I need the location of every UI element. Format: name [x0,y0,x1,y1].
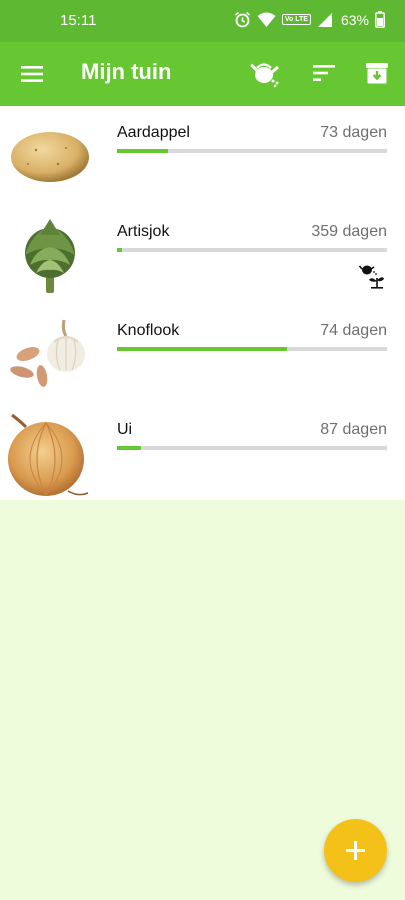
sort-button[interactable] [311,60,339,88]
crop-name: Aardappel [117,124,190,141]
growth-progress [117,248,387,252]
plus-icon [346,841,365,860]
crop-row-ui[interactable]: Ui 87 dagen [0,403,405,502]
crop-name: Artisjok [117,223,170,240]
crop-days: 73 dagen [320,124,387,141]
signal-icon [317,12,333,28]
crop-row-knoflook[interactable]: Knoflook 74 dagen [0,304,405,403]
status-icons: Vo LTE 63% [234,11,385,28]
potato-image [6,114,94,198]
crop-days: 74 dagen [320,322,387,339]
archive-icon [366,63,388,84]
water-button[interactable] [250,60,279,88]
garlic-image [6,312,94,396]
growth-progress-fill [117,248,123,252]
growth-progress [117,347,387,351]
crop-list: Aardappel 73 dagen Artisjok 359 dagen Kn… [0,106,405,500]
volte-badge: Vo LTE [281,14,311,25]
page-title: Mijn tuin [81,59,172,84]
alarm-icon [234,11,251,28]
crop-days: 359 dagen [311,223,387,240]
growth-progress [117,149,387,153]
crop-row-aardappel[interactable]: Aardappel 73 dagen [0,106,405,205]
crop-days: 87 dagen [320,421,387,438]
onion-image [6,411,94,496]
watering-can-icon [250,63,279,88]
growth-progress-fill [117,446,142,450]
sort-icon [313,65,335,81]
growth-progress [117,446,387,450]
crop-name: Ui [117,421,133,438]
status-time: 15:11 [60,12,97,29]
watering-plant-icon [358,263,385,289]
menu-icon [21,66,43,82]
battery-percent: 63% [340,11,369,28]
crop-row-artisjok[interactable]: Artisjok 359 dagen [0,205,405,304]
growth-progress-fill [117,149,169,153]
artichoke-image [6,213,94,297]
status-bar: 15:11 Vo LTE 63% [0,0,405,42]
wifi-icon [257,12,276,28]
menu-button[interactable] [20,62,44,86]
growth-progress-fill [117,347,288,351]
battery-icon [375,11,385,28]
app-toolbar: Mijn tuin [0,42,405,106]
add-crop-button[interactable] [324,819,387,882]
crop-name: Knoflook [117,322,180,339]
archive-button[interactable] [364,60,392,88]
